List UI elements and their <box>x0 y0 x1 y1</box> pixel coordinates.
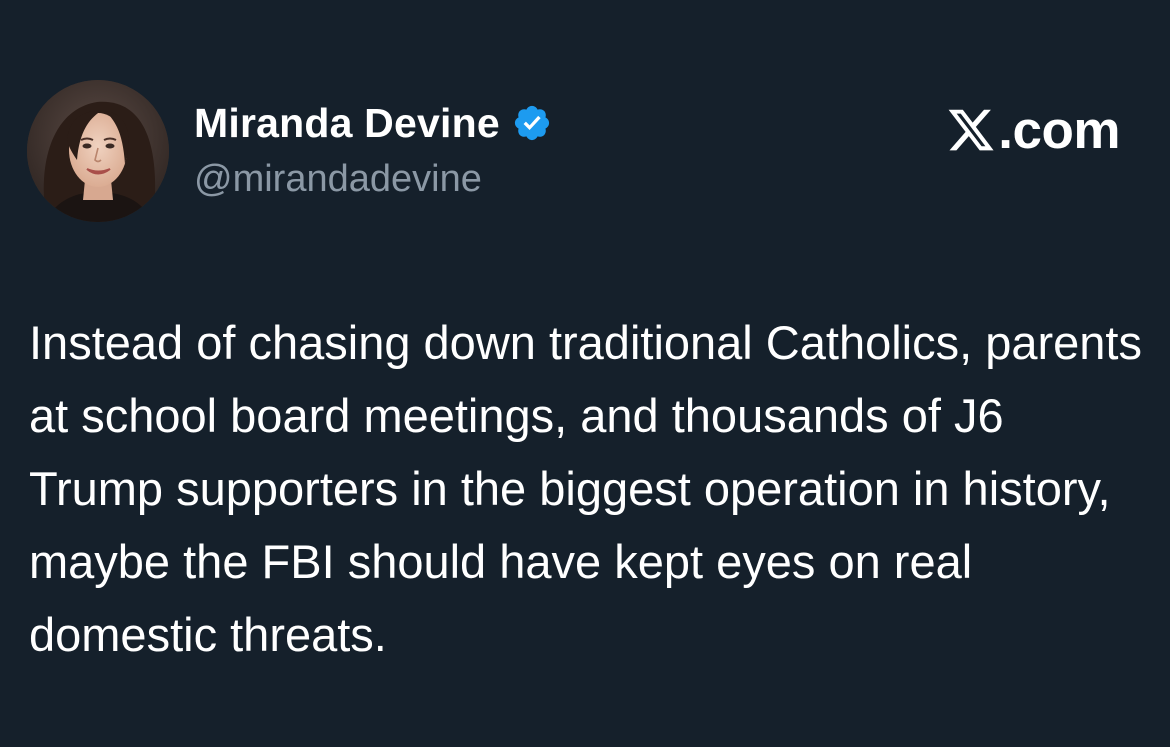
author-handle[interactable]: @mirandadevine <box>194 158 482 201</box>
verified-badge-icon <box>514 105 549 141</box>
brand-suffix: .com <box>998 100 1120 160</box>
author-name-row: Miranda Devine <box>194 98 552 148</box>
tweet-card: Miranda Devine @mirandadevine .com Inste… <box>0 0 1170 747</box>
avatar-image <box>27 80 169 222</box>
brand-watermark: .com <box>946 100 1120 160</box>
author-avatar[interactable] <box>27 80 169 222</box>
author-display-name[interactable]: Miranda Devine <box>194 100 500 147</box>
tweet-text: Instead of chasing down traditional Cath… <box>29 316 1142 661</box>
x-logo-icon <box>948 109 994 151</box>
